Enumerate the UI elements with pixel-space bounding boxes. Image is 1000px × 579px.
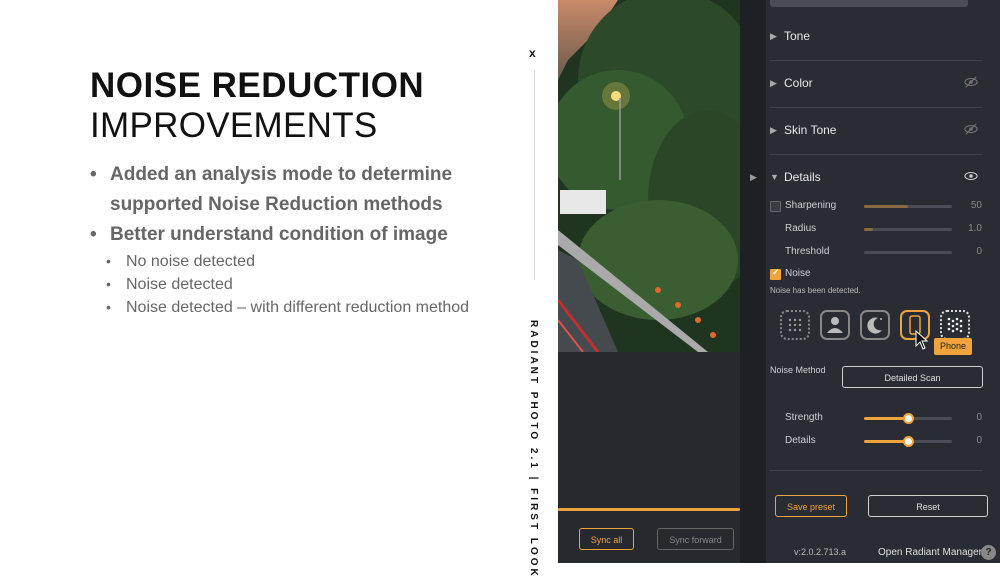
photo-preview (558, 0, 740, 352)
radius-label: Radius (785, 223, 817, 234)
no-noise-icon[interactable] (780, 310, 810, 340)
slide-title-light: IMPROVEMENTS (90, 106, 378, 145)
noise-label: Noise (785, 268, 811, 279)
threshold-row: Threshold 0 (770, 244, 982, 262)
strength-value: 0 (976, 412, 982, 423)
sharpening-row: Sharpening 50 (770, 198, 982, 216)
section-details[interactable]: ▼ Details (770, 164, 982, 192)
noise-method-label: Noise Method (770, 365, 826, 375)
section-label: Skin Tone (784, 123, 837, 137)
slide-content: NOISE REDUCTION IMPROVEMENTS Added an an… (0, 0, 558, 579)
eye-off-icon[interactable] (964, 122, 978, 136)
sharpening-slider[interactable] (864, 205, 952, 208)
noise-row: Noise (770, 266, 982, 284)
section-label: Details (784, 170, 821, 184)
section-skin-tone[interactable]: ▶ Skin Tone (770, 117, 982, 145)
help-icon[interactable]: ? (981, 545, 996, 560)
noise-details-row: Details 0 (770, 433, 982, 451)
divider (770, 107, 982, 108)
slider-fill (864, 440, 908, 443)
sub-bullet-item: Noise detected (90, 273, 510, 296)
progress-bar (558, 508, 740, 511)
sharpening-checkbox[interactable] (770, 201, 781, 212)
sub-bullet-item: No noise detected (90, 250, 510, 273)
bullet-list: Added an analysis mode to determine supp… (90, 160, 510, 319)
slider-fill (864, 228, 873, 231)
heavy-noise-icon[interactable] (940, 310, 970, 340)
vertical-caption: RADIANT PHOTO 2.1 | FIRST LOOK (528, 320, 539, 579)
caret-right-icon: ▶ (770, 78, 777, 88)
threshold-label: Threshold (785, 246, 830, 257)
caret-right-icon: ▶ (770, 31, 777, 41)
version-label: v:2.0.2.713.a (794, 547, 847, 557)
caret-down-icon: ▼ (770, 172, 779, 182)
progress-fill (558, 508, 740, 511)
noise-details-value: 0 (976, 435, 982, 446)
slider-knob[interactable] (903, 413, 914, 424)
slide-title-bold: NOISE REDUCTION (90, 66, 425, 105)
sharpening-label: Sharpening (785, 200, 837, 211)
sync-forward-button[interactable]: Sync forward (657, 528, 734, 550)
photo-image (558, 0, 740, 352)
noise-status: Noise has been detected. (770, 286, 861, 295)
threshold-value: 0 (976, 246, 982, 257)
night-icon[interactable] (860, 310, 890, 340)
portrait-icon[interactable] (820, 310, 850, 340)
eye-icon[interactable] (964, 169, 978, 183)
radius-value: 1.0 (968, 223, 982, 234)
save-preset-button[interactable]: Save preset (775, 495, 847, 517)
divider (770, 60, 982, 61)
divider (534, 70, 535, 280)
section-tone[interactable]: ▶ Tone (770, 23, 982, 51)
preset-selector[interactable] (770, 0, 968, 7)
radius-slider[interactable] (864, 228, 952, 231)
section-label: Tone (784, 29, 811, 43)
eye-off-icon[interactable] (964, 75, 978, 89)
caret-right-icon: ▶ (770, 125, 777, 135)
section-label: Color (784, 76, 813, 90)
slider-knob[interactable] (903, 436, 914, 447)
reset-button[interactable]: Reset (868, 495, 988, 517)
phone-tooltip: Phone (934, 338, 972, 355)
bullet-item: Added an analysis mode to determine supp… (90, 160, 510, 220)
noise-details-slider[interactable] (864, 436, 952, 447)
expand-arrow-icon[interactable]: ▶ (750, 172, 757, 183)
close-mark: x (529, 46, 536, 60)
noise-method-select[interactable]: Detailed Scan (842, 366, 983, 388)
slider-fill (864, 417, 908, 420)
slider-fill (864, 205, 908, 208)
mouse-cursor-icon (915, 330, 929, 350)
divider (770, 154, 982, 155)
sub-bullet-item: Noise detected – with different reductio… (90, 296, 510, 319)
strength-row: Strength 0 (770, 410, 982, 428)
open-manager-link[interactable]: Open Radiant Manager (878, 547, 982, 558)
noise-details-label: Details (785, 435, 816, 446)
strength-slider[interactable] (864, 413, 952, 424)
sharpening-value: 50 (970, 200, 982, 211)
section-color[interactable]: ▶ Color (770, 70, 982, 98)
threshold-slider[interactable] (864, 251, 952, 254)
radius-row: Radius 1.0 (770, 221, 982, 239)
panel-gutter: ▶ (740, 0, 766, 563)
radiant-photo-app: Sync all Sync forward ▶ ▶ Tone ▶ Color ▶… (558, 0, 1000, 563)
strength-label: Strength (785, 412, 823, 423)
bullet-item: Better understand condition of image (90, 220, 510, 250)
noise-checkbox[interactable] (770, 267, 781, 280)
divider (770, 470, 982, 471)
sync-all-button[interactable]: Sync all (579, 528, 634, 550)
